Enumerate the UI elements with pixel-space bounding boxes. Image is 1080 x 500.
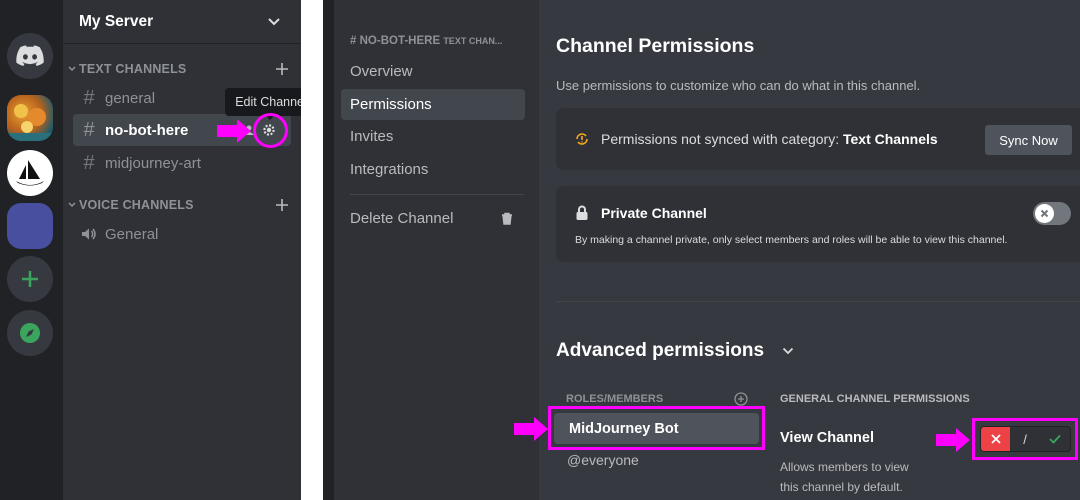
channel-voice-general[interactable]: General (73, 218, 291, 250)
speaker-icon (82, 228, 96, 240)
add-role-icon[interactable] (734, 392, 748, 406)
close-icon (991, 434, 1001, 444)
chevron-down-icon (268, 17, 280, 25)
sync-text: Permissions not synced with category: Te… (601, 131, 938, 147)
nav-permissions[interactable]: Permissions (341, 89, 525, 120)
category-voice-channels[interactable]: VOICE CHANNELS (67, 198, 289, 212)
private-title: Private Channel (601, 205, 707, 221)
check-icon (1049, 434, 1061, 444)
nav-label: Permissions (350, 96, 432, 113)
lock-icon (576, 205, 588, 220)
view-channel-tristate: / (980, 426, 1071, 452)
channel-label: General (105, 225, 159, 243)
separator (323, 0, 334, 500)
settings-nav-channel: NO-BOT-HERE (359, 35, 441, 47)
permissions-content: Channel Permissions Use permissions to c… (539, 0, 1080, 500)
server-rail (0, 0, 63, 500)
server-name: My Server (79, 12, 154, 30)
channel-midjourney-art[interactable]: # midjourney-art (73, 147, 291, 179)
nav-label: Integrations (350, 161, 429, 178)
nav-label: Delete Channel (350, 210, 454, 227)
role-midjourney-bot[interactable]: MidJourney Bot (554, 413, 759, 444)
discord-home-icon[interactable] (7, 33, 53, 79)
nav-integrations[interactable]: Integrations (341, 154, 525, 185)
highlight-arrow (936, 428, 970, 452)
sync-banner: Permissions not synced with category: Te… (556, 108, 1080, 170)
allow-button[interactable] (1040, 427, 1070, 451)
toggle-knob (1035, 204, 1054, 223)
page-title: Channel Permissions (556, 35, 755, 57)
settings-nav-header: # NO-BOT-HERE TEXT CHAN... (350, 35, 502, 47)
hashtag-icon: # (83, 151, 95, 174)
role-everyone[interactable]: @everyone (567, 452, 639, 468)
channel-settings-nav: # NO-BOT-HERE TEXT CHAN... Overview Perm… (334, 0, 539, 500)
explore-servers-icon[interactable] (7, 310, 53, 356)
general-permissions-header: GENERAL CHANNEL PERMISSIONS (780, 393, 970, 405)
sync-now-button[interactable]: Sync Now (985, 125, 1072, 155)
nav-divider (350, 194, 524, 195)
page-subtitle: Use permissions to customize who can do … (556, 78, 921, 93)
nav-delete-channel[interactable]: Delete Channel (341, 203, 525, 234)
settings-nav-subheader: TEXT CHAN... (443, 36, 503, 46)
midjourney-server-icon[interactable] (7, 150, 53, 196)
tooltip-label: Edit Channel (235, 95, 307, 109)
highlight-circle (253, 113, 288, 148)
close-icon (1040, 209, 1049, 218)
private-toggle[interactable] (1033, 202, 1071, 225)
chevron-down-icon (782, 347, 794, 355)
nav-invites[interactable]: Invites (341, 121, 525, 152)
private-channel-box: Private Channel By making a channel priv… (556, 186, 1080, 262)
nav-label: Invites (350, 128, 394, 145)
nav-overview[interactable]: Overview (341, 56, 525, 87)
view-channel-desc-line1: Allows members to view (780, 460, 909, 474)
channel-sidebar: My Server TEXT CHANNELS # general # no-b… (63, 0, 301, 500)
channel-label: general (105, 89, 156, 107)
deny-button[interactable] (981, 427, 1011, 451)
highlight-box: MidJourney Bot (548, 406, 765, 450)
sync-text-label: Permissions not synced with category: (601, 131, 843, 147)
highlight-box: / (972, 418, 1078, 460)
view-channel-label: View Channel (780, 430, 875, 446)
hashtag-icon: # (350, 35, 357, 47)
highlight-arrow (514, 417, 548, 441)
category-text-channels[interactable]: TEXT CHANNELS (67, 62, 289, 76)
nav-label: Overview (350, 63, 413, 80)
sync-category: Text Channels (843, 131, 938, 147)
highlight-arrow (217, 119, 251, 143)
server-avatar-art[interactable] (7, 95, 53, 141)
neutral-button[interactable]: / (1010, 427, 1039, 451)
view-channel-desc-line2: this channel by default. (780, 480, 903, 494)
hashtag-icon: # (83, 86, 95, 109)
advanced-permissions-header[interactable]: Advanced permissions (556, 340, 794, 362)
server-my-server[interactable] (7, 203, 53, 249)
trash-icon (502, 212, 512, 225)
hashtag-icon: # (83, 118, 95, 141)
advanced-title: Advanced permissions (556, 340, 765, 361)
sync-warning-icon (576, 133, 588, 145)
private-desc: By making a channel private, only select… (575, 234, 1008, 246)
add-server-icon[interactable] (7, 256, 53, 302)
section-divider (556, 301, 1080, 302)
add-channel-icon[interactable] (275, 198, 289, 212)
server-header[interactable]: My Server (63, 0, 301, 44)
separator (301, 0, 323, 500)
roles-header: ROLES/MEMBERS (566, 393, 664, 405)
chevron-down-icon (68, 66, 76, 72)
category-label: VOICE CHANNELS (79, 198, 194, 212)
category-label: TEXT CHANNELS (79, 62, 187, 76)
channel-label: midjourney-art (105, 154, 201, 172)
add-channel-icon[interactable] (275, 62, 289, 76)
chevron-down-icon (68, 202, 76, 208)
channel-label: no-bot-here (105, 121, 189, 139)
